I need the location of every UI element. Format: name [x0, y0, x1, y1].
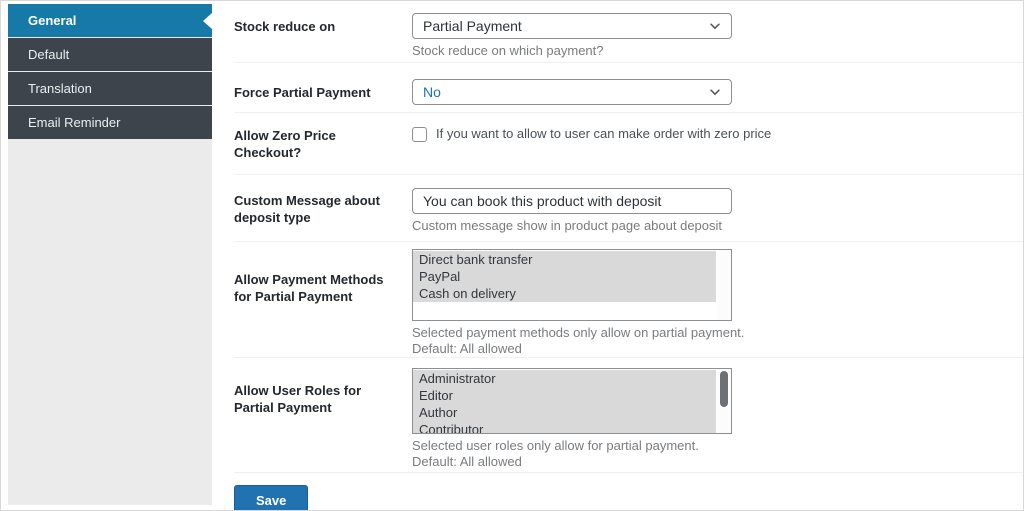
- option-cash-on-delivery[interactable]: Cash on delivery: [413, 285, 716, 302]
- option-paypal[interactable]: PayPal: [413, 268, 716, 285]
- checkbox-label: If you want to allow to user can make or…: [436, 126, 772, 141]
- field-label: Allow User Roles for Partial Payment: [234, 383, 362, 415]
- scrollbar-track[interactable]: [717, 250, 731, 320]
- stock-reduce-on-select[interactable]: Partial Payment: [412, 13, 732, 39]
- tab-translation[interactable]: Translation: [8, 72, 212, 105]
- save-button[interactable]: Save: [234, 485, 309, 510]
- form-row-zero-price-checkout: Allow Zero Price Checkout? If you want t…: [234, 113, 1023, 175]
- tab-default[interactable]: Default: [8, 38, 212, 71]
- page-background: General Default Translation Email Remind…: [0, 0, 1024, 511]
- scrollbar-track[interactable]: [717, 369, 731, 433]
- tab-label: General: [28, 13, 77, 28]
- field-label: Custom Message about deposit type: [234, 193, 380, 225]
- field-label: Allow Zero Price Checkout?: [234, 128, 336, 160]
- user-roles-multiselect[interactable]: Administrator Editor Author Contributor: [412, 368, 732, 434]
- tab-label: Default: [28, 47, 70, 62]
- tab-label: Email Reminder: [28, 115, 121, 130]
- chevron-down-icon: [708, 85, 722, 99]
- settings-panel: General Default Translation Email Remind…: [0, 0, 1024, 511]
- tab-email-reminder[interactable]: Email Reminder: [8, 106, 212, 139]
- tab-general[interactable]: General: [8, 4, 212, 37]
- help-text: Stock reduce on which payment?: [412, 43, 604, 58]
- option-administrator[interactable]: Administrator: [413, 370, 716, 387]
- form-row-stock-reduce-on: Stock reduce on Partial Payment Stock re…: [234, 1, 1023, 63]
- help-text: Custom message show in product page abou…: [412, 218, 723, 233]
- option-list: Administrator Editor Author Contributor: [413, 369, 716, 433]
- form-row-user-roles: Allow User Roles for Partial Payment Adm…: [234, 358, 1023, 473]
- form-row-payment-methods: Allow Payment Methods for Partial Paymen…: [234, 242, 1023, 358]
- option-contributor[interactable]: Contributor: [413, 421, 716, 433]
- help-text: Default: All allowed: [412, 454, 522, 469]
- form-row-save: Save: [234, 473, 1023, 510]
- payment-methods-multiselect[interactable]: Direct bank transfer PayPal Cash on deli…: [412, 249, 732, 321]
- tab-label: Translation: [28, 81, 92, 96]
- force-partial-payment-select[interactable]: No: [412, 79, 732, 105]
- settings-form: Stock reduce on Partial Payment Stock re…: [212, 1, 1023, 510]
- settings-tabs-sidebar: General Default Translation Email Remind…: [8, 4, 212, 505]
- option-editor[interactable]: Editor: [413, 387, 716, 404]
- field-label: Allow Payment Methods for Partial Paymen…: [234, 272, 384, 304]
- chevron-down-icon: [708, 19, 722, 33]
- help-text: Selected user roles only allow for parti…: [412, 438, 699, 453]
- field-label: Stock reduce on: [234, 19, 336, 34]
- form-row-force-partial-payment: Force Partial Payment No: [234, 63, 1023, 113]
- option-list: Direct bank transfer PayPal Cash on deli…: [413, 250, 716, 302]
- scrollbar-thumb[interactable]: [720, 371, 728, 407]
- select-value: No: [423, 84, 441, 100]
- help-text: Default: All allowed: [412, 341, 522, 356]
- field-label: Force Partial Payment: [234, 85, 371, 100]
- zero-price-checkout-checkbox[interactable]: [412, 126, 427, 142]
- option-direct-bank-transfer[interactable]: Direct bank transfer: [413, 251, 716, 268]
- custom-message-input[interactable]: [412, 188, 732, 214]
- active-tab-arrow: [203, 12, 212, 29]
- form-row-custom-message: Custom Message about deposit type Custom…: [234, 175, 1023, 242]
- select-value: Partial Payment: [423, 18, 522, 34]
- help-text: Selected payment methods only allow on p…: [412, 325, 745, 340]
- option-author[interactable]: Author: [413, 404, 716, 421]
